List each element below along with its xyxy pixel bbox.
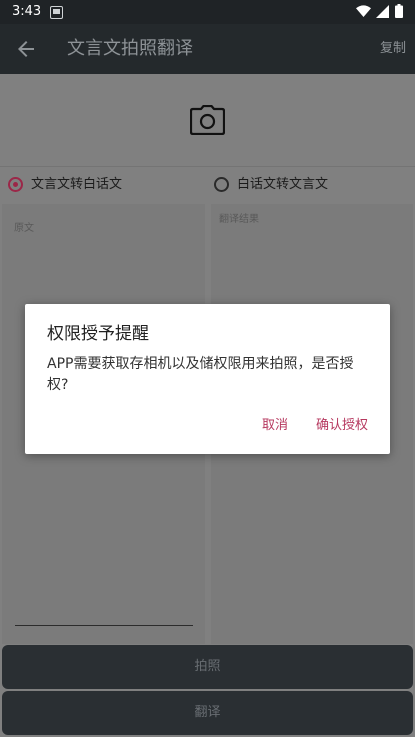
camera-area[interactable] xyxy=(0,74,415,167)
source-underline xyxy=(15,625,193,626)
translate-button[interactable]: 翻译 xyxy=(2,691,413,735)
cancel-button[interactable]: 取消 xyxy=(262,417,288,435)
confirm-button[interactable]: 确认授权 xyxy=(316,417,368,435)
camera-icon[interactable] xyxy=(190,105,225,135)
page-title: 文言文拍照翻译 xyxy=(67,38,193,59)
a-icon xyxy=(50,6,63,19)
wifi-icon xyxy=(356,5,371,17)
dialog-message: APP需要获取存相机以及储权限用来拍照，是否授权? xyxy=(47,356,354,393)
photo-button[interactable]: 拍照 xyxy=(2,645,413,689)
copy-button[interactable]: 复制 xyxy=(380,40,406,58)
source-placeholder: 原文 xyxy=(14,223,34,234)
permission-dialog: 权限授予提醒 APP需要获取存相机以及储权限用来拍照，是否授权? 取消 确认授权 xyxy=(25,304,390,454)
option-modern-to-classical[interactable]: 白话文转文言文 xyxy=(212,175,392,195)
option-classical-to-modern[interactable]: 文言文转白话文 xyxy=(6,175,186,195)
battery-icon xyxy=(395,4,403,18)
option-label: 白话文转文言文 xyxy=(237,177,329,192)
status-time: 3:43 xyxy=(12,4,42,19)
option-label: 文言文转白话文 xyxy=(31,177,123,192)
translation-direction: 文言文转白话文 白话文转文言文 xyxy=(0,167,415,201)
status-bar: 3:43 xyxy=(0,0,415,24)
radio-unchecked-icon[interactable] xyxy=(214,177,229,192)
dialog-title: 权限授予提醒 xyxy=(47,324,149,344)
signal-icon xyxy=(376,5,389,18)
result-placeholder: 翻译结果 xyxy=(219,214,259,225)
arrow-left-icon[interactable] xyxy=(14,37,38,61)
app-bar: 文言文拍照翻译 复制 xyxy=(0,24,415,74)
radio-checked-icon[interactable] xyxy=(8,177,23,192)
